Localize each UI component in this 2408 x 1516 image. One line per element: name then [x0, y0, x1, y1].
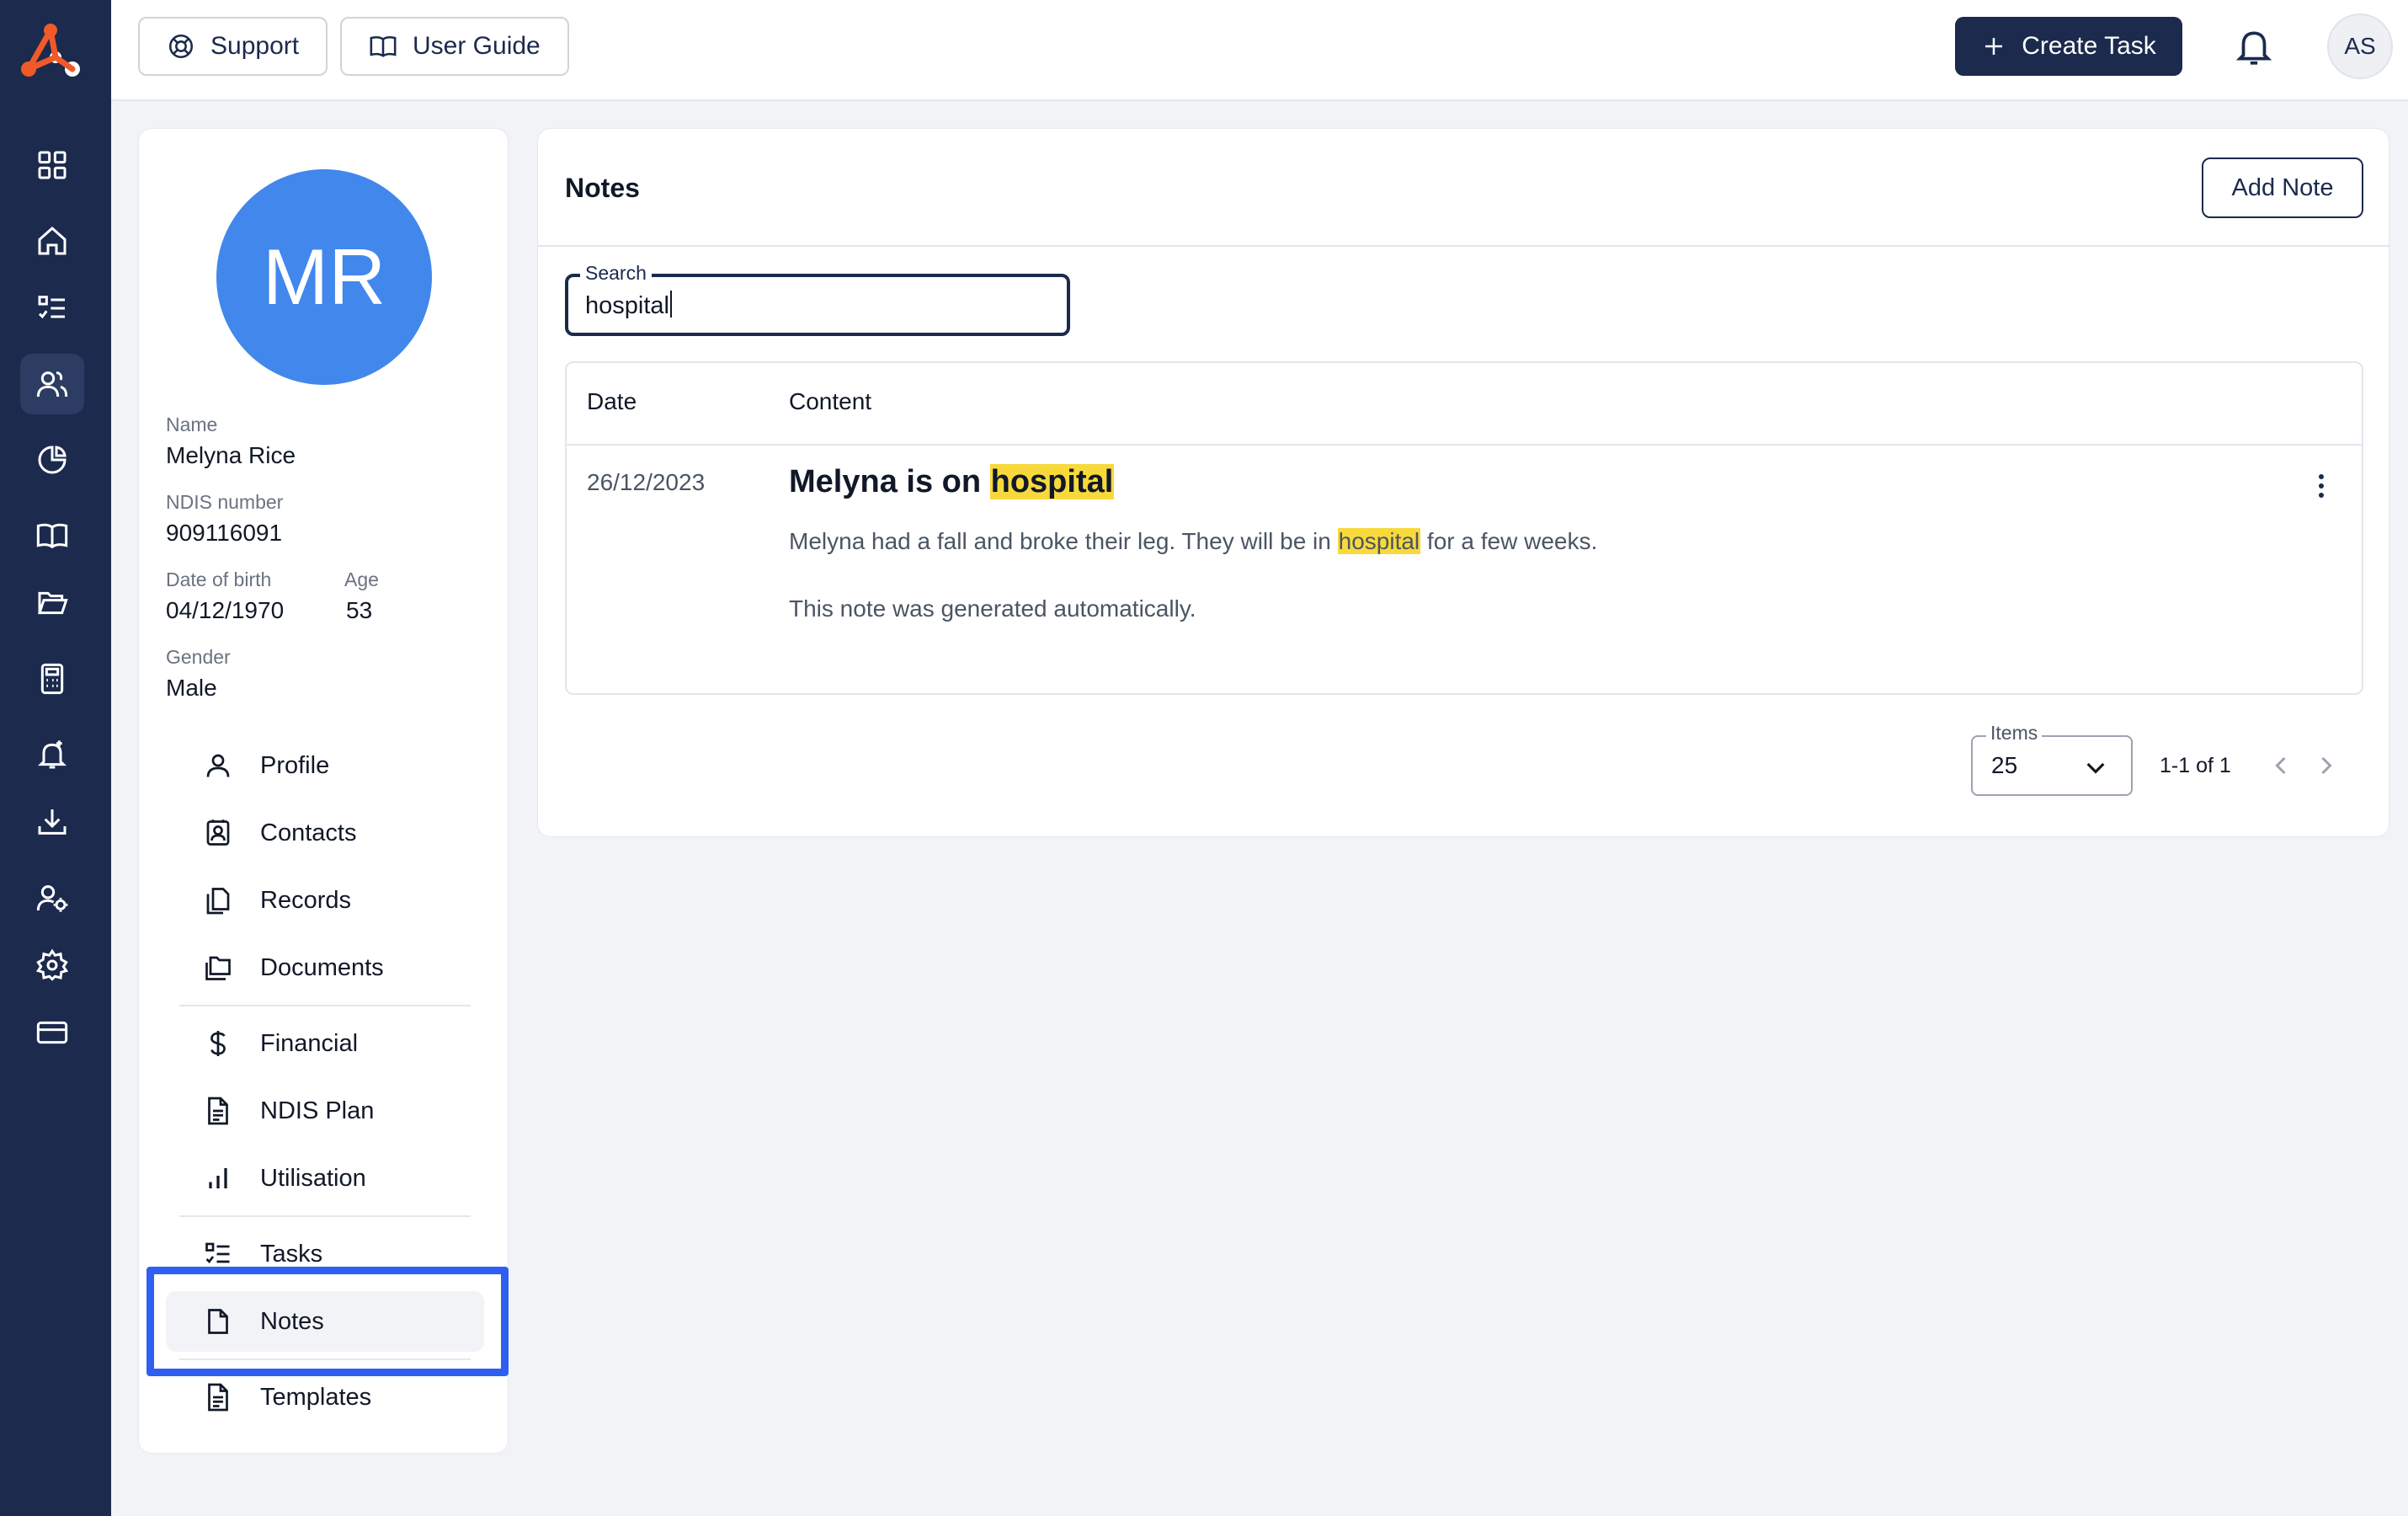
- top-bar: Support User Guide Create Task AS: [111, 0, 2408, 101]
- download-icon[interactable]: [20, 792, 84, 852]
- menu-label-records: Records: [260, 886, 351, 914]
- book-icon: [370, 35, 397, 57]
- menu-item-utilisation[interactable]: Utilisation: [166, 1148, 484, 1209]
- folders-icon: [205, 956, 231, 980]
- menu-divider: [179, 1215, 471, 1217]
- add-note-button[interactable]: Add Note: [2202, 157, 2363, 218]
- search-highlight: hospital: [1337, 528, 1421, 554]
- gender-label: Gender: [166, 646, 231, 668]
- menu-label-ndis-plan: NDIS Plan: [260, 1097, 375, 1124]
- notes-table: Date Content 26/12/2023 Melyna is on hos…: [565, 361, 2363, 695]
- dob-label: Date of birth: [166, 568, 272, 590]
- menu-label-templates: Templates: [260, 1383, 372, 1411]
- items-per-page-select[interactable]: Items 25: [1971, 722, 2133, 796]
- menu-item-financial[interactable]: Financial: [166, 1013, 484, 1074]
- user-guide-label: User Guide: [413, 32, 541, 60]
- age-value: 53: [346, 597, 373, 623]
- items-value: 25: [1991, 752, 2018, 778]
- note-date: 26/12/2023: [587, 469, 706, 495]
- search-value[interactable]: hospital: [585, 291, 672, 320]
- credit-card-icon[interactable]: [20, 1002, 84, 1063]
- dashboard-icon[interactable]: [20, 135, 84, 195]
- task-list-icon[interactable]: [20, 278, 84, 339]
- name-label: Name: [166, 414, 218, 435]
- participant-avatar: MR: [216, 169, 432, 385]
- records-icon: [206, 888, 230, 915]
- support-label: Support: [210, 32, 300, 60]
- notifications-bell-icon[interactable]: [2233, 25, 2275, 67]
- app-logo-icon[interactable]: [19, 22, 83, 79]
- user-settings-icon[interactable]: [20, 867, 84, 928]
- menu-item-records[interactable]: Records: [166, 870, 484, 931]
- chart-pie-icon[interactable]: [20, 430, 84, 490]
- task-list-icon: [205, 1242, 230, 1264]
- search-label: Search: [580, 262, 652, 285]
- menu-item-documents[interactable]: Documents: [166, 937, 484, 998]
- document-text-icon: [208, 1097, 228, 1125]
- support-button[interactable]: Support: [138, 17, 328, 76]
- create-task-button[interactable]: Create Task: [1955, 17, 2182, 76]
- menu-label-profile: Profile: [260, 751, 330, 779]
- user-guide-button[interactable]: User Guide: [340, 17, 569, 76]
- contact-card-icon: [206, 819, 230, 846]
- note-title: Melyna is on hospital: [789, 464, 1115, 499]
- participant-initials: MR: [262, 232, 386, 321]
- column-header-content: Content: [789, 388, 872, 414]
- participants-icon[interactable]: [20, 354, 84, 414]
- note-body: Melyna had a fall and broke their leg. T…: [789, 528, 1598, 554]
- chevron-down-icon: [2086, 762, 2105, 774]
- notes-panel: Notes Add Note Search hospital Date Cont…: [537, 128, 2390, 837]
- menu-divider: [179, 1359, 471, 1360]
- items-label: Items: [1986, 722, 2043, 745]
- menu-item-contacts[interactable]: Contacts: [166, 803, 484, 863]
- menu-item-profile[interactable]: Profile: [166, 735, 484, 796]
- gear-icon[interactable]: [20, 935, 84, 996]
- folder-open-icon[interactable]: [20, 573, 84, 633]
- menu-item-templates[interactable]: Templates: [166, 1367, 484, 1428]
- bar-chart-icon: [209, 1168, 227, 1188]
- dob-value: 04/12/1970: [166, 597, 285, 623]
- dollar-icon: [210, 1031, 226, 1056]
- name-value: Melyna Rice: [166, 442, 296, 468]
- age-label: Age: [344, 568, 379, 590]
- notes-title: Notes: [565, 173, 640, 203]
- menu-item-tasks[interactable]: Tasks: [166, 1224, 484, 1284]
- previous-page-icon[interactable]: [2266, 750, 2296, 781]
- note-footer: This note was generated automatically.: [789, 595, 1196, 622]
- more-options-icon[interactable]: [2316, 474, 2326, 501]
- ndis-number-value: 909116091: [166, 520, 283, 546]
- menu-label-contacts: Contacts: [260, 819, 357, 846]
- pagination-range: 1-1 of 1: [2160, 754, 2231, 777]
- bell-plus-icon[interactable]: [20, 724, 84, 785]
- menu-item-notes[interactable]: Notes: [166, 1291, 484, 1352]
- menu-divider: [179, 1005, 471, 1006]
- search-highlight: hospital: [989, 464, 1115, 499]
- menu-label-documents: Documents: [260, 953, 384, 981]
- table-header-divider: [567, 444, 2362, 446]
- plus-icon: [1985, 38, 2003, 55]
- lifebuoy-icon: [168, 34, 194, 59]
- menu-label-tasks: Tasks: [260, 1240, 323, 1268]
- template-icon: [208, 1383, 228, 1412]
- note-icon: [208, 1309, 228, 1334]
- ndis-number-label: NDIS number: [166, 491, 284, 513]
- person-icon: [206, 754, 230, 777]
- menu-label-financial: Financial: [260, 1029, 359, 1057]
- calculator-icon[interactable]: [20, 649, 84, 709]
- user-initials: AS: [2344, 33, 2376, 59]
- column-header-date: Date: [587, 388, 637, 414]
- participant-profile-card: MR Name Melyna Rice NDIS number 90911609…: [138, 128, 509, 1454]
- menu-label-notes: Notes: [260, 1307, 324, 1335]
- menu-item-ndis-plan[interactable]: NDIS Plan: [166, 1081, 484, 1141]
- search-input[interactable]: Search hospital: [565, 262, 1070, 336]
- user-avatar[interactable]: AS: [2327, 13, 2393, 79]
- home-icon[interactable]: [20, 211, 84, 271]
- gender-value: Male: [166, 675, 217, 701]
- next-page-icon[interactable]: [2311, 750, 2341, 781]
- book-icon[interactable]: [20, 505, 84, 566]
- menu-label-utilisation: Utilisation: [260, 1164, 366, 1192]
- create-task-label: Create Task: [2022, 32, 2156, 60]
- notes-header-divider: [538, 245, 2390, 247]
- icon-rail: [0, 0, 111, 1516]
